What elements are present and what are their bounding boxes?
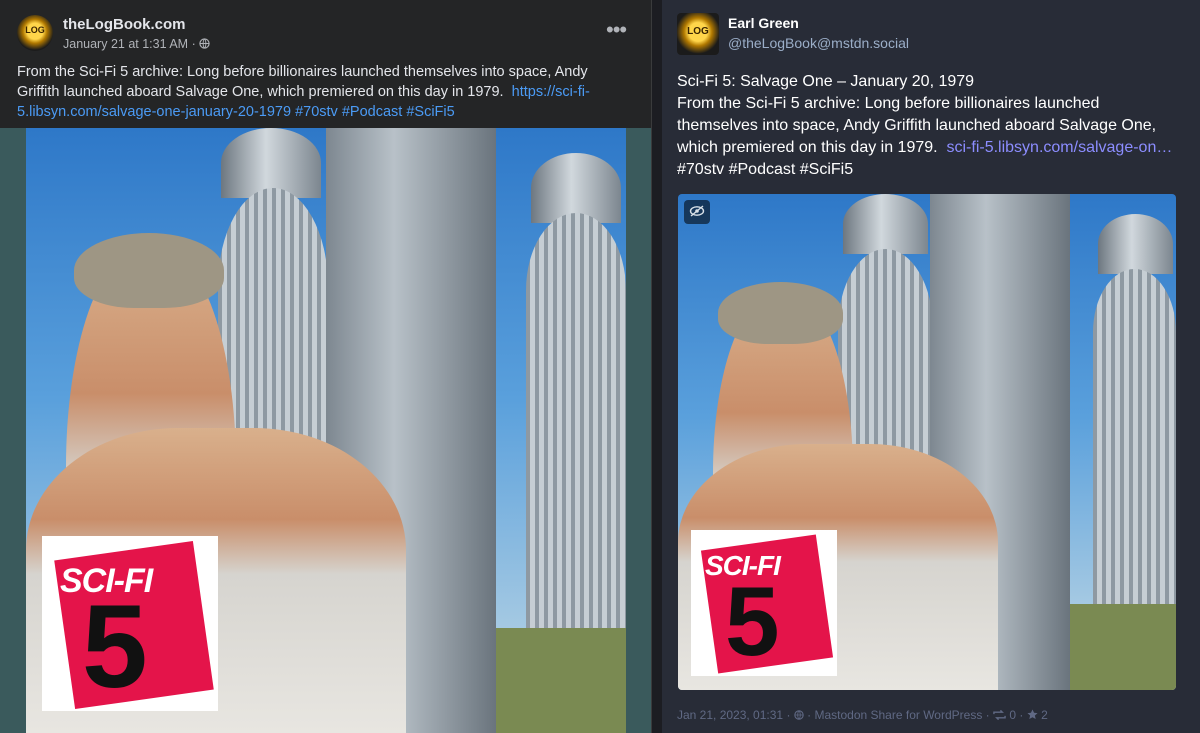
hashtag-scifi5[interactable]: #SciFi5 xyxy=(406,104,454,120)
post-photo[interactable]: SCI-FI 5 xyxy=(26,128,626,733)
post-meta: January 21 at 1:31 AM · xyxy=(63,37,210,51)
post-body: From the Sci-Fi 5 archive: Long before b… xyxy=(17,64,588,100)
hashtag-podcast[interactable]: #Podcast xyxy=(342,104,402,120)
globe-icon xyxy=(199,38,210,49)
tank-right xyxy=(1093,269,1176,619)
hashtag-podcast[interactable]: #Podcast xyxy=(729,161,796,178)
display-name[interactable]: Earl Green xyxy=(728,15,799,31)
status-link[interactable]: sci-fi-5.libsyn.com/salvage-on… xyxy=(946,139,1172,156)
ground xyxy=(1070,604,1176,690)
post-image-container[interactable]: SCI-FI 5 xyxy=(0,128,651,733)
globe-icon xyxy=(794,710,804,720)
mastodon-post: LOG Earl Green @theLogBook@mstdn.social … xyxy=(662,0,1200,733)
account-avatar[interactable]: LOG xyxy=(677,13,719,55)
scifi5-logo: SCI-FI 5 xyxy=(691,530,837,676)
facebook-post: LOG theLogBook.com January 21 at 1:31 AM… xyxy=(0,0,652,733)
avatar-logo-text: LOG xyxy=(687,26,709,37)
boost-count: 0 xyxy=(1009,708,1017,722)
status-application[interactable]: Mastodon Share for WordPress xyxy=(814,708,982,722)
tank-top xyxy=(843,194,928,254)
hide-media-button[interactable] xyxy=(684,200,710,224)
logo-number: 5 xyxy=(82,581,148,713)
status-footer: Jan 21, 2023, 01:31 · · Mastodon Share f… xyxy=(677,708,1048,722)
scifi5-logo: SCI-FI 5 xyxy=(42,536,218,711)
page-avatar[interactable]: LOG xyxy=(17,15,53,51)
status-date[interactable]: Jan 21, 2023, 01:31 xyxy=(677,708,783,722)
boost-icon[interactable] xyxy=(993,709,1006,721)
more-horizontal-icon: ••• xyxy=(606,17,627,42)
post-timestamp[interactable]: January 21 at 1:31 AM xyxy=(63,37,188,51)
hashtag-70stv[interactable]: #70stv xyxy=(295,104,338,120)
account-handle[interactable]: @theLogBook@mstdn.social xyxy=(728,35,909,51)
favourite-count: 2 xyxy=(1041,708,1048,722)
media-gallery[interactable]: SCI-FI 5 xyxy=(678,194,1176,690)
hashtag-70stv[interactable]: #70stv xyxy=(677,161,724,178)
meta-separator: · xyxy=(191,37,196,51)
page-name-link[interactable]: theLogBook.com xyxy=(63,16,186,33)
man-hair xyxy=(74,233,224,308)
more-options-button[interactable]: ••• xyxy=(606,19,627,41)
tank-right xyxy=(526,213,626,643)
man-hair xyxy=(718,282,843,344)
tank-right-top xyxy=(1098,214,1173,274)
avatar-logo-text: LOG xyxy=(25,25,45,35)
status-title: Sci-Fi 5: Salvage One – January 20, 1979 xyxy=(677,73,975,90)
post-text: From the Sci-Fi 5 archive: Long before b… xyxy=(17,62,627,122)
star-icon[interactable] xyxy=(1027,709,1038,720)
status-text: Sci-Fi 5: Salvage One – January 20, 1979… xyxy=(677,71,1182,181)
hashtag-scifi5[interactable]: #SciFi5 xyxy=(800,161,853,178)
eye-slash-icon xyxy=(689,205,705,217)
status-photo[interactable]: SCI-FI 5 xyxy=(678,194,1176,690)
logo-number: 5 xyxy=(725,566,780,676)
ground xyxy=(496,628,626,733)
